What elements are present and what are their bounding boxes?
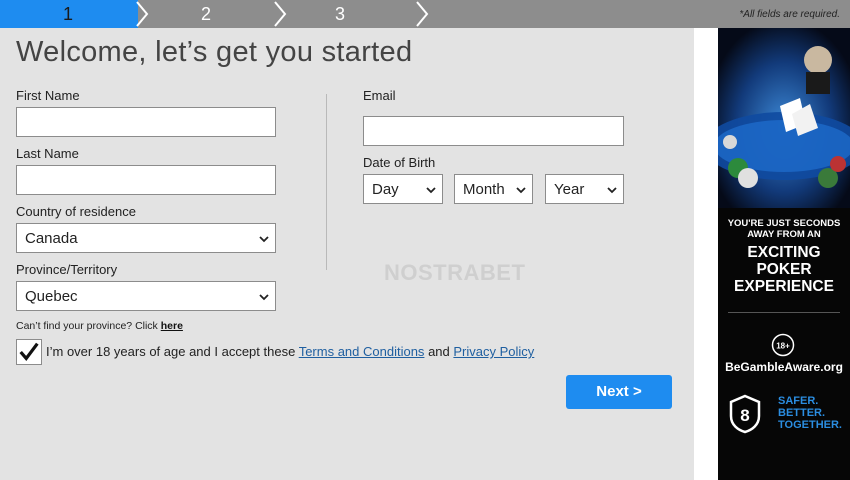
next-button[interactable]: Next > [566, 375, 672, 409]
chevron-down-icon [259, 236, 269, 243]
email-field[interactable] [363, 116, 624, 146]
age-restriction-icon: 18+ [771, 333, 795, 357]
ad-preheadline-line-2: AWAY FROM AN [747, 229, 821, 240]
safer-line-3: TOGETHER. [778, 419, 842, 431]
shield-number: 8 [740, 406, 749, 425]
gutter [694, 28, 718, 480]
ad-preheadline-line-1: YOU'RE JUST SECONDS [727, 218, 841, 229]
safer-line-1: SAFER. [778, 395, 819, 407]
chevron-right-icon [274, 1, 287, 27]
chevron-down-icon [607, 187, 617, 194]
age-badge-text: 18+ [776, 342, 790, 351]
country-label: Country of residence [16, 204, 136, 219]
country-select[interactable]: Canada [16, 223, 276, 253]
safer-better-together: SAFER. BETTER. TOGETHER. [778, 395, 842, 431]
dob-month-select[interactable]: Month [454, 174, 533, 204]
watermark: NOSTRABET [384, 260, 526, 285]
column-divider [326, 94, 327, 270]
checkmark-icon [19, 342, 39, 362]
province-help-text: Can’t find your province? Click [16, 320, 158, 332]
dob-year-value: Year [554, 181, 585, 198]
ad-headline-line-1: EXCITING [747, 244, 821, 261]
dob-month-value: Month [463, 181, 505, 198]
ad-banner[interactable]: YOU'RE JUST SECONDS AWAY FROM AN EXCITIN… [718, 28, 850, 480]
dob-day-select[interactable]: Day [363, 174, 443, 204]
step-1: 1 [63, 4, 74, 24]
begambleaware-logo: BeGambleAware.org [725, 360, 843, 374]
ad-headline: EXCITING POKER EXPERIENCE [718, 244, 850, 295]
dob-day-value: Day [372, 181, 399, 198]
agreement-and: and [428, 344, 450, 359]
province-help: Can’t find your province? Click here [16, 320, 183, 332]
province-value: Quebec [25, 288, 78, 305]
chevron-down-icon [426, 187, 436, 194]
age-terms-checkbox[interactable] [16, 339, 42, 365]
ad-headline-line-2: POKER [756, 261, 812, 278]
last-name-label: Last Name [16, 146, 79, 161]
ad-headline-line-3: EXPERIENCE [734, 278, 834, 295]
agreement-text: I’m over 18 years of age and I accept th… [46, 344, 534, 359]
agreement-prefix: I’m over 18 years of age and I accept th… [46, 344, 296, 359]
chevron-down-icon [516, 187, 526, 194]
province-help-link[interactable]: here [161, 320, 183, 332]
ad-divider [728, 312, 840, 313]
registration-form: Welcome, let’s get you started First Nam… [0, 28, 694, 480]
privacy-link[interactable]: Privacy Policy [453, 344, 534, 359]
step-2: 2 [201, 4, 212, 24]
safer-line-2: BETTER. [778, 407, 826, 419]
province-label: Province/Territory [16, 262, 118, 277]
dob-year-select[interactable]: Year [545, 174, 624, 204]
chevron-right-icon [136, 1, 149, 27]
chevron-down-icon [259, 294, 269, 301]
ad-preheadline: YOU'RE JUST SECONDS AWAY FROM AN [718, 218, 850, 240]
last-name-field[interactable] [16, 165, 276, 195]
required-note: *All fields are required. [739, 9, 840, 20]
dob-label: Date of Birth [363, 155, 436, 170]
step-3: 3 [335, 4, 346, 24]
terms-link[interactable]: Terms and Conditions [299, 344, 425, 359]
poker-table-image [718, 28, 850, 208]
first-name-label: First Name [16, 88, 80, 103]
country-value: Canada [25, 230, 78, 247]
email-label: Email [363, 88, 396, 103]
shield-icon: 8 [729, 394, 761, 434]
chevron-right-icon [416, 1, 429, 27]
page-title: Welcome, let’s get you started [16, 36, 413, 68]
first-name-field[interactable] [16, 107, 276, 137]
progress-bar: 1 2 3 *All fields are required. [0, 0, 850, 28]
province-select[interactable]: Quebec [16, 281, 276, 311]
